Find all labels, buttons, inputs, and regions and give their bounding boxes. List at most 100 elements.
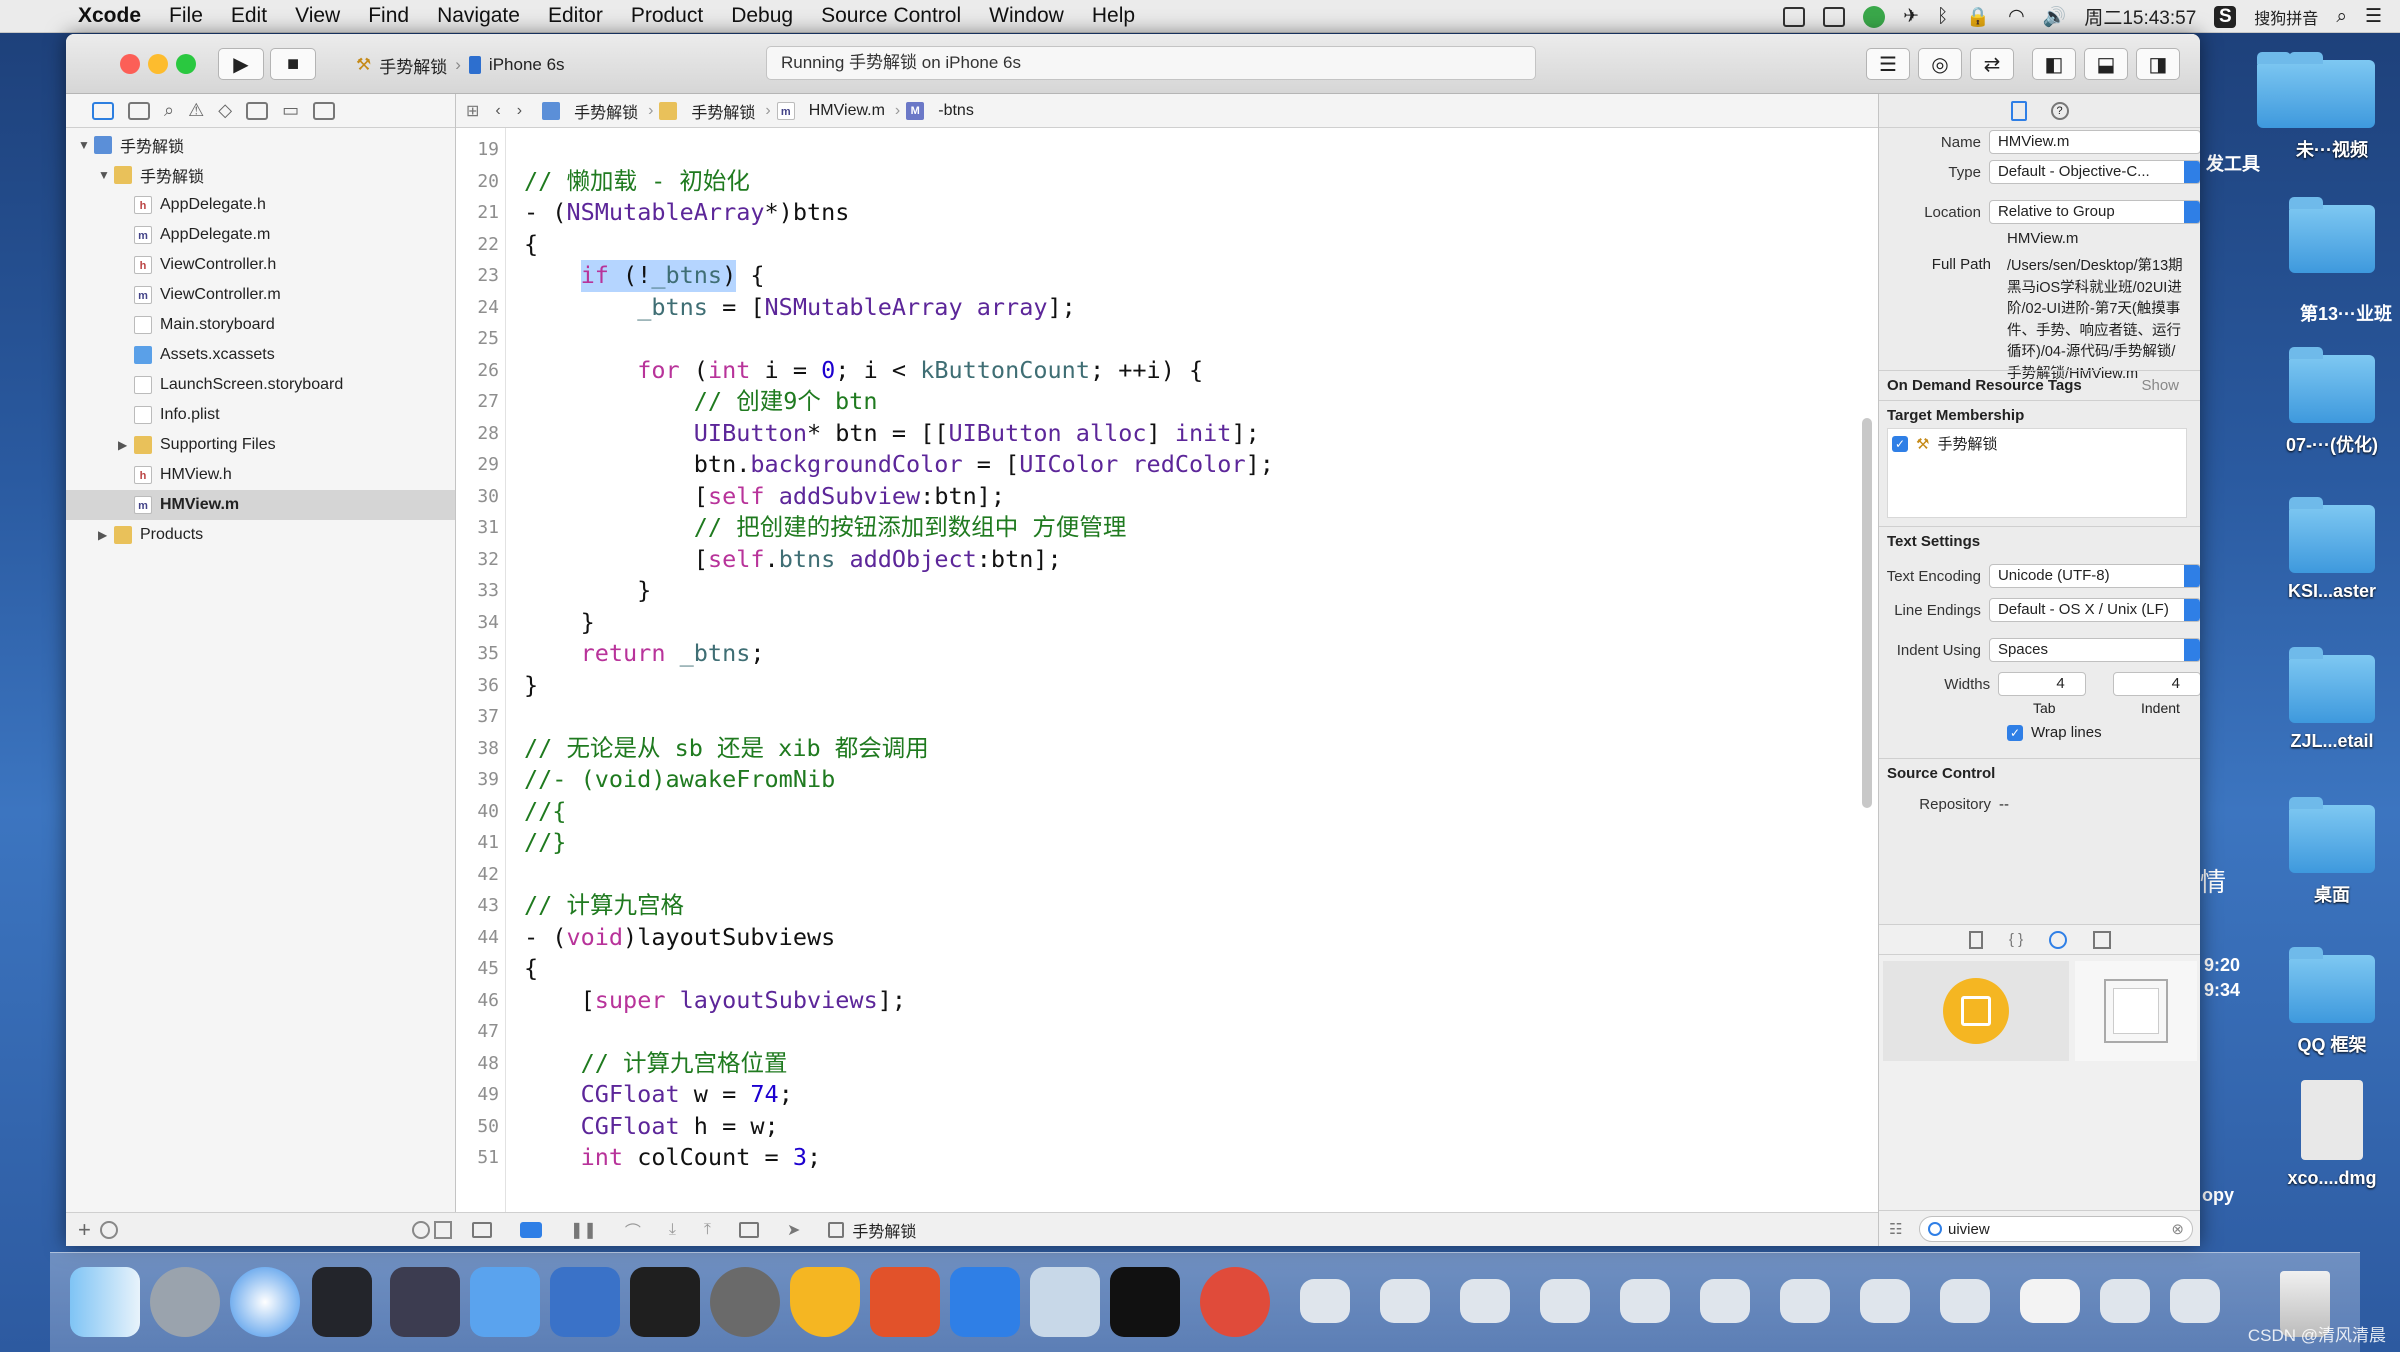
file-tree-item[interactable]: Assets.xcassets (66, 340, 455, 370)
step-out-icon[interactable]: ⤒ (704, 1221, 711, 1239)
breakpoint-icon[interactable]: ▭ (282, 100, 299, 121)
menu-product[interactable]: Product (631, 4, 703, 28)
camera-icon[interactable] (1823, 6, 1846, 27)
toggle-inspector-button[interactable]: ◨ (2136, 48, 2180, 80)
code-line[interactable]: //} (524, 827, 1854, 859)
back-icon[interactable]: ‹ (495, 102, 500, 120)
file-tree-item[interactable]: Main.storyboard (66, 310, 455, 340)
assistant-editor-button[interactable]: ◎ (1918, 48, 1962, 80)
folder-icon[interactable] (92, 101, 114, 120)
desktop-folder[interactable] (2272, 197, 2392, 281)
photo-app-icon[interactable] (390, 1267, 460, 1337)
code-line[interactable]: if (! _btns) { (524, 260, 1854, 292)
code-line[interactable]: UIButton * btn = [[UIButton alloc] init]; (524, 418, 1854, 450)
file-tree-item[interactable]: m HMView.m (66, 490, 455, 520)
target-row[interactable]: ✓ ⚒ 手势解锁 (1888, 429, 2186, 458)
menu-source-control[interactable]: Source Control (821, 4, 961, 28)
minimized-window-icon[interactable] (1460, 1279, 1510, 1323)
zoom-button[interactable] (176, 54, 196, 74)
report-icon[interactable] (313, 101, 336, 120)
sketch-icon[interactable] (790, 1267, 860, 1337)
minimized-window-icon[interactable] (1300, 1279, 1350, 1323)
debug-icon[interactable] (246, 101, 269, 120)
file-tree-item[interactable]: ▶ Products (66, 520, 455, 550)
code-line[interactable]: _btns = [NSMutableArray array]; (524, 292, 1854, 324)
file-tree-item[interactable]: Info.plist (66, 400, 455, 430)
screen-mirror-icon[interactable] (1783, 6, 1806, 27)
grid-view-icon[interactable]: ☷ (1889, 1220, 1902, 1238)
console-icon[interactable] (1110, 1267, 1180, 1337)
indent-using-select[interactable]: Spaces (1988, 638, 2200, 662)
menu-view[interactable]: View (295, 4, 340, 28)
desktop-folder[interactable]: 未···视频 (2272, 52, 2392, 162)
app-status-icon[interactable] (1863, 5, 1886, 28)
wifi-icon[interactable]: ◠ (2008, 5, 2025, 28)
wrap-lines-row[interactable]: ✓ Wrap lines (2007, 724, 2102, 741)
screenshot-icon[interactable] (1030, 1267, 1100, 1337)
video-app-icon[interactable] (1200, 1267, 1270, 1337)
disclosure-icon[interactable]: ▶ (118, 438, 134, 452)
code-line[interactable]: // 把创建的按钮添加到数组中 方便管理 (524, 512, 1854, 544)
finder-icon[interactable] (70, 1267, 140, 1337)
forward-icon[interactable]: › (517, 102, 522, 120)
menu-window[interactable]: Window (989, 4, 1064, 28)
code-line[interactable]: } (524, 607, 1854, 639)
tab-width-field[interactable]: 4 (1998, 672, 2086, 696)
minimized-window-icon[interactable] (2170, 1279, 2220, 1323)
code-area[interactable]: // 懒加载 - 初始化 - (NSMutableArray *)btns{ if … (524, 134, 1854, 1212)
volume-icon[interactable]: 🔊 (2043, 5, 2067, 29)
recent-icon[interactable] (412, 1221, 430, 1239)
stop-button[interactable]: ■ (270, 48, 316, 80)
instruments-icon[interactable] (550, 1267, 620, 1337)
file-template-icon[interactable] (1968, 930, 1983, 949)
menu-file[interactable]: File (169, 4, 203, 28)
code-line[interactable]: // 计算九宫格位置 (524, 1048, 1854, 1080)
editor-scrollbar[interactable] (1862, 418, 1872, 808)
apple-menu-icon[interactable] (30, 3, 56, 29)
step-in-icon[interactable]: ⤓ (669, 1221, 676, 1239)
version-editor-button[interactable]: ⇄ (1970, 48, 2014, 80)
toggle-navigator-button[interactable]: ◧ (2032, 48, 2076, 80)
menu-find[interactable]: Find (368, 4, 409, 28)
minimized-window-icon[interactable] (1380, 1279, 1430, 1323)
code-snippet-icon[interactable]: { } (2009, 931, 2023, 948)
notification-center-icon[interactable]: ☰ (2365, 5, 2382, 28)
menu-xcode[interactable]: Xcode (78, 4, 141, 28)
code-line[interactable] (524, 134, 1854, 166)
code-line[interactable]: { (524, 229, 1854, 261)
code-line[interactable] (524, 323, 1854, 355)
library-item-selected[interactable] (1883, 961, 2069, 1061)
line-endings-select[interactable]: Default - OS X / Unix (LF) (1988, 598, 2200, 622)
menu-navigate[interactable]: Navigate (437, 4, 520, 28)
code-line[interactable]: int colCount = 3; (524, 1142, 1854, 1174)
code-line[interactable]: btn. backgroundColor = [UIColor redColor]… (524, 449, 1854, 481)
code-line[interactable]: return _btns; (524, 638, 1854, 670)
code-line[interactable]: CGFloat h = w; (524, 1111, 1854, 1143)
jump-group[interactable]: › 手势解锁 (648, 99, 755, 123)
code-line[interactable] (524, 1016, 1854, 1048)
minimized-window-icon[interactable] (1620, 1279, 1670, 1323)
add-icon[interactable]: + (78, 1217, 91, 1243)
library-item[interactable] (2075, 961, 2197, 1061)
disclosure-icon[interactable]: ▼ (78, 138, 94, 152)
minimized-window-icon[interactable] (1860, 1279, 1910, 1323)
desktop-folder[interactable]: QQ 框架 (2272, 947, 2392, 1057)
symbol-icon[interactable] (128, 101, 150, 120)
system-preferences-icon[interactable] (710, 1267, 780, 1337)
source-editor[interactable]: 19 20 21 22 23 24 25 26 27 28 29 30 31 32 33 34 35 36 37 38… (456, 128, 1878, 1212)
jump-file[interactable]: › m HMView.m (765, 101, 885, 120)
safari-icon[interactable] (230, 1267, 300, 1337)
file-tree-item[interactable]: m AppDelegate.m (66, 220, 455, 250)
breakpoints-toggle-icon[interactable] (520, 1221, 542, 1238)
terminal-icon[interactable] (630, 1267, 700, 1337)
test-icon[interactable]: ◇ (218, 100, 232, 121)
standard-editor-button[interactable]: ☰ (1866, 48, 1910, 80)
location-select[interactable]: Relative to Group (1988, 200, 2200, 224)
code-line[interactable]: { (524, 953, 1854, 985)
launchpad-icon[interactable] (150, 1267, 220, 1337)
file-tree-item[interactable]: ▼ 手势解锁 (66, 160, 455, 190)
network-app-icon[interactable] (950, 1267, 1020, 1337)
file-tree-item[interactable]: m ViewController.m (66, 280, 455, 310)
code-line[interactable]: CGFloat w = 74; (524, 1079, 1854, 1111)
code-line[interactable]: - (NSMutableArray *)btns (524, 197, 1854, 229)
